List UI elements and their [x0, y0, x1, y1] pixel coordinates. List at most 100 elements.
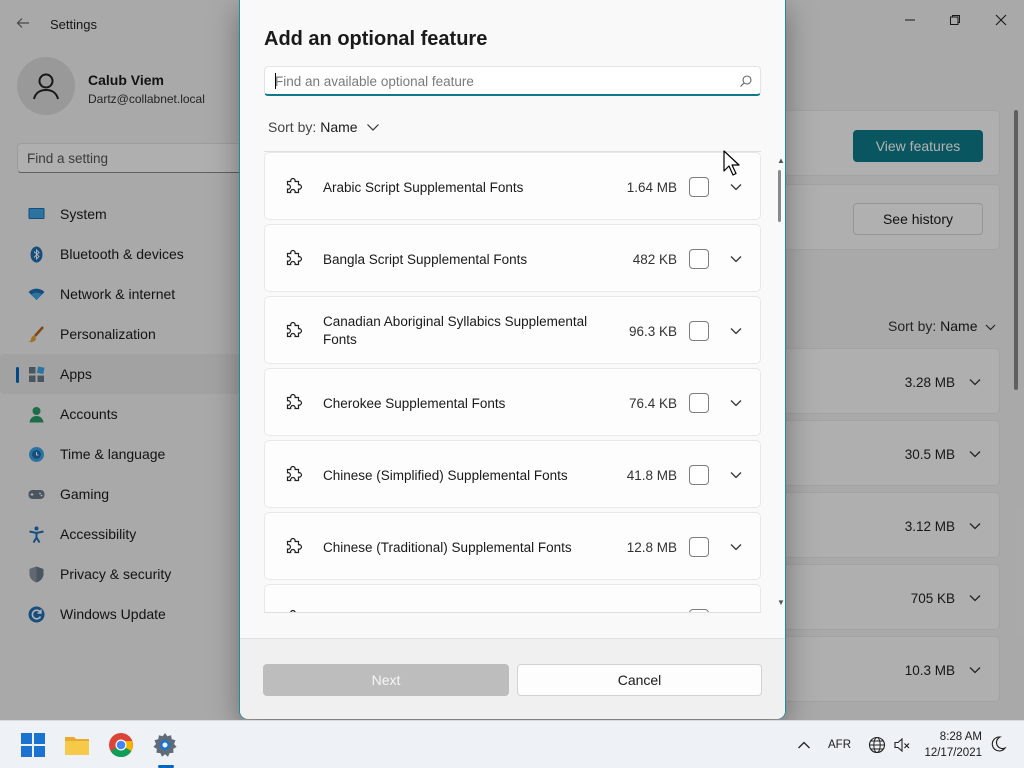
feature-list: Arabic Script Supplemental Fonts 1.64 MB…: [264, 151, 761, 613]
person-icon: [33, 73, 59, 100]
chevron-down-icon[interactable]: [729, 396, 743, 410]
settings-scrollbar[interactable]: [1014, 110, 1018, 390]
avatar[interactable]: [17, 57, 75, 115]
feature-size: 96.3 KB: [628, 324, 677, 339]
chevron-down-icon[interactable]: [729, 252, 743, 266]
chevron-down-icon[interactable]: [968, 519, 982, 533]
installed-sort-value: Name: [940, 318, 978, 334]
dialog-sort-value: Name: [320, 119, 358, 135]
feature-size: 76.4 KB: [628, 396, 677, 411]
volume-muted-icon[interactable]: [893, 736, 911, 754]
feature-name: Canadian Aboriginal Syllabics Supplement…: [323, 314, 588, 347]
sidebar-item-privacy-security[interactable]: Privacy & security: [0, 554, 240, 594]
clock-date[interactable]: 12/17/2021: [920, 747, 982, 759]
chevron-down-icon[interactable]: [729, 324, 743, 338]
sidebar-item-label: Windows Update: [60, 606, 166, 622]
feature-row-partial[interactable]: [264, 584, 761, 612]
dialog-sort-prefix: Sort by:: [268, 119, 317, 135]
feature-checkbox[interactable]: [689, 393, 709, 413]
feature-checkbox[interactable]: [689, 609, 709, 612]
feature-row-cherokee[interactable]: Cherokee Supplemental Fonts 76.4 KB: [264, 368, 761, 436]
focus-assist-icon[interactable]: [989, 735, 1007, 753]
chevron-down-icon[interactable]: [729, 468, 743, 482]
find-setting-input[interactable]: Find a setting: [17, 143, 257, 173]
feature-search-box[interactable]: [264, 66, 761, 96]
feature-checkbox[interactable]: [689, 321, 709, 341]
chevron-down-icon[interactable]: [729, 540, 743, 554]
close-button[interactable]: [981, 6, 1021, 34]
person-icon: [29, 407, 44, 423]
chrome-icon[interactable]: [108, 732, 134, 758]
dialog-title: Add an optional feature: [264, 28, 488, 50]
sidebar-item-bluetooth[interactable]: Bluetooth & devices: [0, 234, 240, 274]
installed-sort[interactable]: Sort by: Name: [888, 318, 996, 334]
sidebar-item-gaming[interactable]: Gaming: [0, 474, 240, 514]
feature-row-canadian-aboriginal[interactable]: Canadian Aboriginal Syllabics Supplement…: [264, 296, 761, 364]
feature-row-chinese-traditional[interactable]: Chinese (Traditional) Supplemental Fonts…: [264, 512, 761, 580]
dialog-sort-dropdown[interactable]: Sort by: Name: [268, 119, 380, 135]
sidebar-item-label: Accounts: [60, 406, 118, 422]
taskbar: AFR 8:28 AM 12/17/2021: [0, 720, 1024, 768]
chevron-down-icon: [366, 124, 379, 131]
chevron-down-icon[interactable]: [968, 447, 982, 461]
installed-feature-size: 3.12 MB: [904, 519, 955, 534]
feature-row-chinese-simplified[interactable]: Chinese (Simplified) Supplemental Fonts …: [264, 440, 761, 508]
chevron-down-icon[interactable]: [968, 591, 982, 605]
chevron-down-icon[interactable]: [968, 375, 982, 389]
file-explorer-icon[interactable]: [64, 732, 90, 758]
clock-time[interactable]: 8:28 AM: [920, 731, 982, 743]
feature-size: 12.8 MB: [626, 540, 677, 555]
gamepad-icon: [28, 490, 45, 499]
monitor-icon: [28, 208, 45, 219]
sidebar-item-label: Gaming: [60, 486, 110, 502]
installed-feature-size: 10.3 MB: [904, 663, 955, 678]
sidebar-item-network[interactable]: Network & internet: [0, 274, 240, 314]
sidebar-item-accounts[interactable]: Accounts: [0, 394, 240, 434]
see-history-button[interactable]: See history: [853, 203, 983, 235]
cancel-button[interactable]: Cancel: [517, 664, 762, 696]
feature-checkbox[interactable]: [689, 465, 709, 485]
feature-name: Cherokee Supplemental Fonts: [323, 396, 506, 411]
puzzle-icon: [290, 610, 296, 612]
scroll-up-icon[interactable]: ▲: [777, 156, 785, 165]
app-title: Settings: [50, 17, 97, 32]
feature-checkbox[interactable]: [689, 537, 709, 557]
puzzle-icon: [286, 466, 302, 482]
feature-row-arabic[interactable]: Arabic Script Supplemental Fonts 1.64 MB: [264, 152, 761, 220]
wifi-icon: [28, 288, 45, 300]
sidebar-item-apps[interactable]: Apps: [0, 354, 240, 394]
scroll-thumb[interactable]: [778, 170, 781, 222]
feature-search-input[interactable]: [275, 72, 715, 90]
restore-button[interactable]: [935, 6, 975, 34]
chevron-down-icon[interactable]: [968, 663, 982, 677]
settings-gear-icon[interactable]: [152, 732, 178, 758]
start-icon[interactable]: [20, 732, 46, 758]
next-button[interactable]: Next: [263, 664, 509, 696]
view-features-button[interactable]: View features: [853, 130, 983, 162]
sidebar-item-label: System: [60, 206, 107, 222]
puzzle-icon: [286, 322, 302, 338]
sidebar-item-accessibility[interactable]: Accessibility: [0, 514, 240, 554]
minimize-button[interactable]: [890, 6, 930, 34]
feature-row-bangla[interactable]: Bangla Script Supplemental Fonts 482 KB: [264, 224, 761, 292]
sidebar-item-label: Network & internet: [60, 286, 176, 302]
dialog-footer: Next Cancel: [240, 638, 785, 719]
input-language[interactable]: AFR: [828, 739, 851, 751]
puzzle-icon: [286, 538, 302, 554]
bluetooth-icon: [30, 246, 43, 263]
back-arrow-icon[interactable]: [16, 16, 30, 30]
sidebar-item-windows-update[interactable]: Windows Update: [0, 594, 240, 634]
chevron-down-icon[interactable]: [729, 180, 743, 194]
sidebar-item-system[interactable]: System: [0, 194, 240, 234]
sidebar-item-personalization[interactable]: Personalization: [0, 314, 240, 354]
feature-checkbox[interactable]: [689, 177, 709, 197]
brush-icon: [28, 326, 44, 343]
scroll-down-icon[interactable]: ▼: [777, 598, 785, 607]
feature-checkbox[interactable]: [689, 249, 709, 269]
puzzle-icon: [286, 394, 302, 410]
feature-list-scrollbar[interactable]: ▲ ▼: [777, 156, 785, 610]
sidebar-item-time-language[interactable]: Time & language: [0, 434, 240, 474]
chevron-up-icon[interactable]: [797, 739, 811, 751]
globe-icon[interactable]: [868, 736, 886, 754]
feature-name: Chinese (Simplified) Supplemental Fonts: [323, 468, 568, 483]
